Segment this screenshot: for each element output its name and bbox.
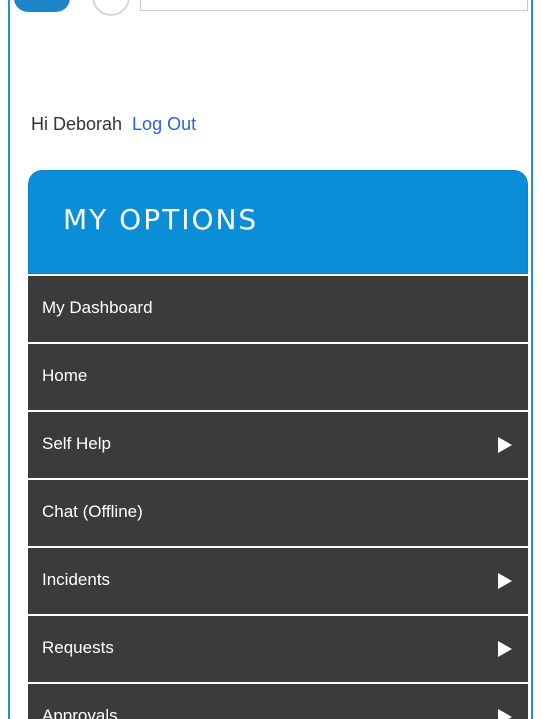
menu-item-my-dashboard[interactable]: My Dashboard [28,274,528,342]
my-options-panel: MY OPTIONS My Dashboard Home Self Help C… [28,170,528,719]
frame-border-right [531,0,533,719]
logout-link[interactable]: Log Out [132,114,196,134]
menu-item-label: Self Help [42,434,111,453]
menu-item-home[interactable]: Home [28,342,528,410]
triangle-right-icon [498,641,512,657]
menu-item-label: Chat (Offline) [42,502,143,521]
menu-item-label: Incidents [42,570,111,589]
portal-frame: Hi Deborah Log Out MY OPTIONS My Dashboar… [0,0,542,719]
menu-item-self-help[interactable]: Self Help [28,410,528,478]
top-search-input[interactable] [140,0,528,11]
triangle-right-icon [498,573,512,589]
menu-item-incidents[interactable]: Incidents [28,546,528,614]
top-nav-pill-button[interactable] [14,0,70,12]
menu-item-label: Requests [42,638,114,657]
triangle-right-icon [498,709,512,719]
top-circle-icon[interactable] [92,0,130,16]
user-greeting: Hi Deborah Log Out [31,114,196,135]
frame-border-left [8,0,10,719]
menu-item-chat[interactable]: Chat (Offline) [28,478,528,546]
panel-header: MY OPTIONS [28,170,528,274]
greeting-text: Hi Deborah [31,114,123,134]
options-menu: My Dashboard Home Self Help Chat (Offlin… [28,274,528,719]
triangle-right-icon [498,437,512,453]
menu-item-label: Home [42,366,88,385]
menu-item-label: Approvals [42,706,118,719]
menu-item-label: My Dashboard [42,298,153,317]
menu-item-requests[interactable]: Requests [28,614,528,682]
panel-title: MY OPTIONS [63,203,259,236]
menu-item-approvals[interactable]: Approvals [28,682,528,719]
